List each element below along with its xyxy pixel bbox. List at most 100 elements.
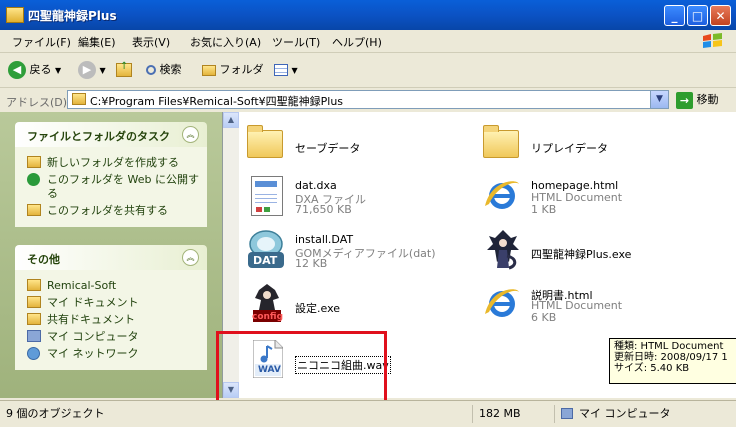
maximize-button[interactable]: □ [687, 5, 708, 26]
place-label: 共有ドキュメント [47, 313, 135, 326]
place-shared-documents[interactable]: 共有ドキュメント [27, 313, 201, 327]
explorer-window: 四聖龍神録Plus _ □ ✕ ファイル(F) 編集(E) 表示(V) お気に入… [0, 0, 736, 427]
file-item[interactable]: config 設定.exe [245, 282, 465, 334]
menu-edit[interactable]: 編集(E) [78, 34, 116, 50]
place-my-computer[interactable]: マイ コンピュータ [27, 330, 201, 344]
file-name: セーブデータ [295, 142, 361, 155]
file-size: 12 KB [295, 257, 328, 270]
chevron-down-icon: ▼ [99, 66, 106, 75]
status-objects: 9 個のオブジェクト [6, 407, 105, 420]
scroll-up-button[interactable]: ▲ [223, 112, 239, 128]
folder-icon [72, 93, 86, 105]
place-my-network[interactable]: マイ ネットワーク [27, 347, 201, 361]
chevron-down-icon: ▼ [55, 66, 62, 75]
folders-label: フォルダ [219, 63, 264, 76]
task-new-folder[interactable]: 新しいフォルダを作成する [27, 156, 201, 170]
file-item[interactable]: homepage.html HTML Document 1 KB [481, 174, 721, 226]
tasks-panel-header[interactable]: ファイルとフォルダのタスク ︽ [15, 122, 207, 147]
status-size: 182 MB [472, 405, 552, 423]
address-dropdown-button[interactable]: ▼ [650, 91, 668, 108]
address-path: C:¥Program Files¥Remical-Soft¥四聖龍神録Plus [90, 95, 344, 108]
tasks-panel-body: 新しいフォルダを作成する このフォルダを Web に公開する このフォルダを共有… [15, 147, 207, 227]
computer-icon [27, 330, 41, 342]
file-item[interactable]: 四聖龍神録Plus.exe [481, 228, 721, 280]
file-item[interactable]: DAT install.DAT GOMメディアファイル(dat) 12 KB [245, 228, 465, 280]
folder-icon [27, 279, 41, 291]
file-size: 6 KB [531, 311, 557, 324]
file-item[interactable]: 説明書.html HTML Document 6 KB [481, 282, 721, 334]
place-label: Remical-Soft [47, 279, 117, 292]
file-size: 71,650 KB [295, 203, 352, 216]
generic-file-icon [245, 174, 289, 218]
collapse-icon[interactable]: ︽ [182, 126, 199, 143]
menu-help[interactable]: ヘルプ(H) [332, 34, 382, 50]
back-button[interactable]: ◀ 戻る ▼ [8, 59, 61, 81]
address-label: アドレス(D) [6, 96, 68, 109]
collapse-icon[interactable]: ︽ [182, 249, 199, 266]
search-label: 検索 [159, 63, 182, 76]
tooltip-type: 種類: HTML Document [614, 341, 724, 352]
highlight-box [216, 331, 387, 405]
dat-file-icon: DAT [245, 228, 289, 272]
place-remical-soft[interactable]: Remical-Soft [27, 279, 201, 293]
status-bar: 9 個のオブジェクト 182 MB マイ コンピュータ [0, 400, 736, 427]
other-panel-body: Remical-Soft マイ ドキュメント 共有ドキュメント マイ コンピュー… [15, 270, 207, 370]
character-exe-icon [481, 228, 525, 272]
file-item[interactable]: リプレイデータ [481, 120, 721, 172]
task-publish-web[interactable]: このフォルダを Web に公開する [27, 173, 201, 201]
place-label: マイ コンピュータ [47, 330, 139, 343]
file-name: リプレイデータ [531, 142, 608, 155]
menu-file[interactable]: ファイル(F) [12, 34, 71, 50]
search-button[interactable]: 検索 [146, 59, 182, 81]
task-pane: ファイルとフォルダのタスク ︽ 新しいフォルダを作成する このフォルダを Web… [0, 112, 222, 398]
views-button[interactable]: ▼ [274, 59, 298, 81]
menu-view[interactable]: 表示(V) [132, 34, 170, 50]
close-button[interactable]: ✕ [710, 5, 731, 26]
file-name: 設定.exe [295, 302, 341, 315]
share-folder-icon [27, 204, 41, 216]
up-folder-icon: ↑ [116, 62, 132, 77]
place-label: マイ ネットワーク [47, 347, 139, 360]
menu-tools[interactable]: ツール(T) [272, 34, 320, 50]
status-location: マイ コンピュータ [554, 405, 734, 423]
other-panel-header[interactable]: その他 ︽ [15, 245, 207, 270]
other-places-panel: その他 ︽ Remical-Soft マイ ドキュメント 共有ドキュメント マイ… [15, 245, 207, 370]
back-label: 戻る [29, 63, 52, 76]
menu-favorites[interactable]: お気に入り(A) [190, 34, 261, 50]
task-label: 新しいフォルダを作成する [47, 156, 179, 169]
forward-button[interactable]: ▶ ▼ [78, 59, 106, 81]
folders-icon [202, 64, 216, 76]
folders-button[interactable]: フォルダ [202, 59, 264, 81]
folder-icon [481, 120, 525, 164]
up-folder-button[interactable]: ↑ [116, 59, 132, 81]
tooltip-modified: 更新日時: 2008/09/17 1 [614, 352, 728, 363]
file-item[interactable]: セーブデータ [245, 120, 465, 172]
views-icon [274, 64, 288, 76]
place-my-documents[interactable]: マイ ドキュメント [27, 296, 201, 310]
windows-logo-icon [703, 33, 722, 48]
forward-arrow-icon: ▶ [78, 61, 96, 79]
address-field[interactable]: C:¥Program Files¥Remical-Soft¥四聖龍神録Plus … [67, 90, 669, 109]
new-folder-icon [27, 156, 41, 168]
folder-icon [6, 7, 24, 23]
task-share-folder[interactable]: このフォルダを共有する [27, 204, 201, 218]
place-label: マイ ドキュメント [47, 296, 139, 309]
window-title: 四聖龍神録Plus [28, 9, 117, 23]
go-button[interactable]: → 移動 [676, 91, 719, 109]
my-documents-icon [27, 296, 41, 308]
minimize-button[interactable]: _ [664, 5, 685, 26]
title-bar[interactable]: 四聖龍神録Plus _ □ ✕ [0, 0, 736, 30]
file-item[interactable]: dat.dxa DXA ファイル 71,650 KB [245, 174, 465, 226]
config-exe-icon: config [245, 282, 289, 326]
chevron-down-icon: ▼ [291, 66, 298, 75]
internet-explorer-icon [481, 174, 525, 218]
back-arrow-icon: ◀ [8, 61, 26, 79]
tooltip-size: サイズ: 5.40 KB [614, 363, 690, 374]
other-panel-title: その他 [27, 253, 60, 266]
publish-web-icon [27, 173, 40, 186]
folder-icon [245, 120, 289, 164]
file-size: 1 KB [531, 203, 557, 216]
task-label: このフォルダを共有する [47, 204, 168, 217]
file-tooltip: 種類: HTML Document 更新日時: 2008/09/17 1 サイズ… [609, 338, 736, 384]
config-label: config [252, 312, 284, 322]
